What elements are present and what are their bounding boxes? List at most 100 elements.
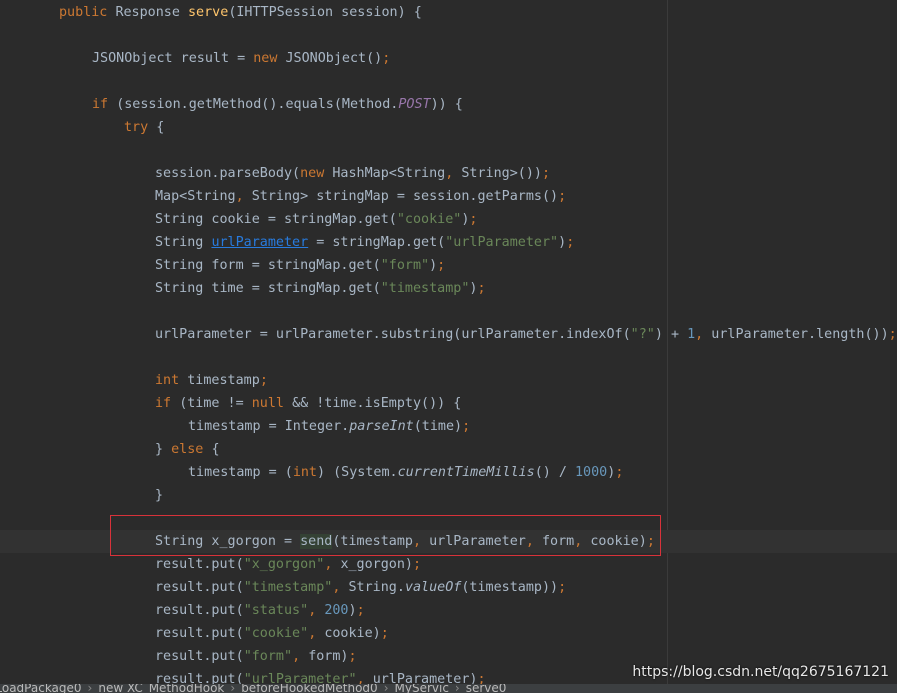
code-token: ; bbox=[259, 373, 268, 388]
code-token: Response bbox=[115, 5, 188, 20]
code-line-content: result.put("x_gorgon", x_gorgon); bbox=[155, 553, 421, 576]
code-editor[interactable]: public Response serve(IHTTPSession sessi… bbox=[0, 0, 897, 693]
code-line-content: timestamp = (int) (System.currentTimeMil… bbox=[188, 461, 623, 484]
code-token: "x_gorgon" bbox=[243, 557, 325, 572]
code-token: ; bbox=[382, 51, 391, 66]
code-token: result.put( bbox=[155, 626, 244, 641]
code-token: new bbox=[253, 51, 286, 66]
code-token: currentTimeMillis bbox=[397, 465, 535, 480]
code-token: ; bbox=[348, 649, 357, 664]
code-token: int bbox=[292, 465, 317, 480]
code-line-content: result.put("status", 200); bbox=[155, 599, 365, 622]
code-line-content: String urlParameter = stringMap.get("url… bbox=[155, 231, 574, 254]
code-token: try bbox=[124, 120, 157, 135]
code-token: , bbox=[324, 557, 341, 572]
breadcrumb-separator: › bbox=[87, 684, 93, 693]
code-token: ; bbox=[888, 327, 897, 342]
code-line-content: int timestamp; bbox=[155, 369, 268, 392]
code-token: "cookie" bbox=[396, 212, 462, 227]
code-token: timestamp = ( bbox=[188, 465, 293, 480]
code-token: ) (System. bbox=[317, 465, 398, 480]
code-token: && !time.isEmpty()) { bbox=[292, 396, 462, 411]
code-token: "cookie" bbox=[243, 626, 309, 641]
code-token: 1 bbox=[687, 327, 696, 342]
code-token: )) { bbox=[430, 97, 463, 112]
code-token: (timestamp)) bbox=[461, 580, 559, 595]
code-token: urlParameter bbox=[211, 235, 309, 250]
code-token: () / bbox=[534, 465, 575, 480]
code-line-content: urlParameter = urlParameter.substring(ur… bbox=[155, 323, 897, 346]
watermark-text: https://blog.csdn.net/qq2675167121 bbox=[632, 664, 889, 680]
code-line-content: String time = stringMap.get("timestamp")… bbox=[155, 277, 486, 300]
code-token: ; bbox=[477, 281, 486, 296]
code-token: ; bbox=[615, 465, 624, 480]
code-token: ) bbox=[558, 235, 567, 250]
code-token: ) + bbox=[654, 327, 688, 342]
code-token: if bbox=[155, 396, 180, 411]
code-line-content: } else { bbox=[155, 438, 220, 461]
code-token: timestamp = Integer. bbox=[188, 419, 350, 434]
code-line-content: if (time != null && !time.isEmpty()) { bbox=[155, 392, 461, 415]
code-token: public bbox=[59, 5, 116, 20]
code-token: 1000 bbox=[575, 465, 608, 480]
code-token: ; bbox=[542, 166, 551, 181]
code-token: { bbox=[156, 120, 165, 135]
code-token: String. bbox=[348, 580, 405, 595]
code-token: ; bbox=[413, 557, 422, 572]
code-line-content: session.parseBody(new HashMap<String, St… bbox=[155, 162, 550, 185]
code-token: "status" bbox=[243, 603, 309, 618]
code-token: ; bbox=[437, 258, 446, 273]
code-token: ; bbox=[356, 603, 365, 618]
code-token: HashMap<String bbox=[332, 166, 446, 181]
code-token: cookie) bbox=[324, 626, 381, 641]
code-token: "urlParameter" bbox=[445, 235, 559, 250]
code-token: = stringMap.get( bbox=[308, 235, 446, 250]
code-line-content: JSONObject result = new JSONObject(); bbox=[92, 47, 390, 70]
code-token: , bbox=[308, 626, 325, 641]
code-token: String>()) bbox=[461, 166, 542, 181]
code-token: session.parseBody( bbox=[155, 166, 301, 181]
code-token: int bbox=[155, 373, 188, 388]
code-token: , bbox=[292, 649, 309, 664]
code-line-content: String form = stringMap.get("form"); bbox=[155, 254, 445, 277]
code-line-content: } bbox=[155, 484, 163, 507]
code-token: result.put( bbox=[155, 580, 244, 595]
breadcrumb-item[interactable]: new XC_MethodHook bbox=[98, 684, 224, 693]
breadcrumb-item[interactable]: eLoadPackage0 bbox=[0, 684, 82, 693]
code-token: , bbox=[235, 189, 252, 204]
code-token: if bbox=[92, 97, 117, 112]
breadcrumb-item[interactable]: MyServic bbox=[395, 684, 449, 693]
code-token: (time != bbox=[179, 396, 252, 411]
breadcrumb-item[interactable]: beforeHookedMethod0 bbox=[241, 684, 378, 693]
highlight-box bbox=[110, 515, 661, 556]
code-token: ; bbox=[380, 626, 389, 641]
code-token: "?" bbox=[630, 327, 655, 342]
code-token: ; bbox=[558, 580, 567, 595]
code-token: "timestamp" bbox=[243, 580, 333, 595]
code-token: "timestamp" bbox=[380, 281, 470, 296]
code-token: urlParameter = urlParameter.substring(ur… bbox=[155, 327, 631, 342]
code-token: urlParameter.length()) bbox=[711, 327, 889, 342]
code-token: String form = stringMap.get( bbox=[155, 258, 381, 273]
code-token: valueOf bbox=[404, 580, 462, 595]
code-token: (IHTTPSession session) { bbox=[228, 5, 422, 20]
code-line-content: try { bbox=[124, 116, 164, 139]
code-token: String cookie = stringMap.get( bbox=[155, 212, 397, 227]
code-line-content: if (session.getMethod().equals(Method.PO… bbox=[92, 93, 463, 116]
code-token: result.put( bbox=[155, 603, 244, 618]
code-token: else bbox=[171, 442, 212, 457]
breadcrumb-separator: › bbox=[230, 684, 236, 693]
code-token: { bbox=[211, 442, 220, 457]
code-token: ) bbox=[348, 603, 357, 618]
code-line-content: String cookie = stringMap.get("cookie"); bbox=[155, 208, 477, 231]
code-token: , bbox=[308, 603, 325, 618]
right-margin-guide bbox=[667, 0, 668, 693]
breadcrumb-item[interactable]: serve0 bbox=[466, 684, 507, 693]
code-token: ; bbox=[462, 419, 471, 434]
code-line-content: timestamp = Integer.parseInt(time); bbox=[188, 415, 470, 438]
code-token: (time) bbox=[413, 419, 463, 434]
code-token: parseInt bbox=[349, 419, 414, 434]
code-line-content: result.put("timestamp", String.valueOf(t… bbox=[155, 576, 566, 599]
code-token: new bbox=[300, 166, 333, 181]
code-line-content: result.put("cookie", cookie); bbox=[155, 622, 389, 645]
